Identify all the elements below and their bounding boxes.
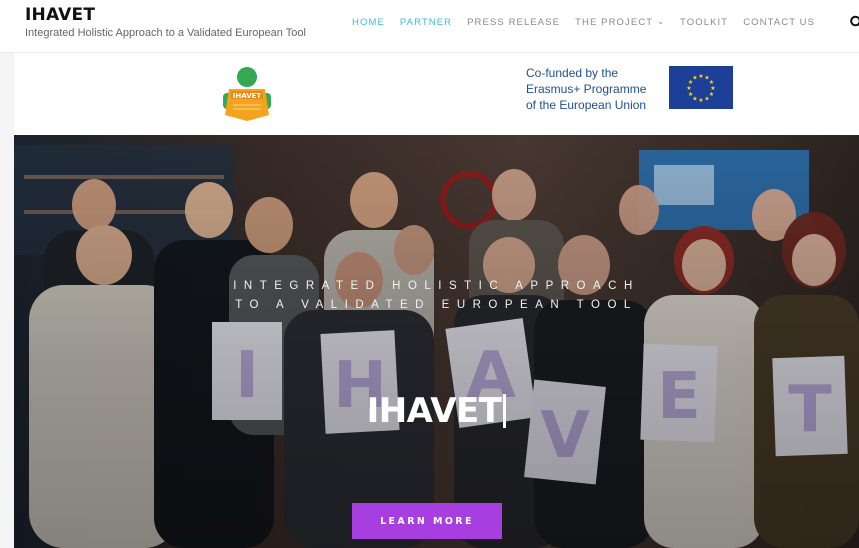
hero-title: IHAVET (14, 391, 859, 431)
eu-flag-icon: ★ ★ ★ ★ ★ ★ ★ ★ ★ ★ ★ ★ (669, 66, 733, 109)
eu-star-icon: ★ (710, 85, 715, 92)
hero-subtitle-line-2: TO A VALIDATED EUROPEAN TOOL (235, 299, 638, 311)
eu-star-icon: ★ (686, 85, 691, 92)
hero-section: I H A V E T INTEGRATED HOLISTIC APPROACH… (14, 135, 859, 548)
nav-the-project-label: THE PROJECT (575, 17, 654, 28)
brand-tagline: Integrated Holistic Approach to a Valida… (25, 27, 306, 39)
learn-more-button[interactable]: LEARN MORE (352, 503, 502, 539)
eu-star-icon: ★ (709, 79, 714, 86)
hero-title-text: IHAVET (366, 391, 502, 431)
search-icon[interactable] (849, 14, 859, 30)
typing-cursor (503, 394, 507, 428)
eu-star-icon: ★ (704, 95, 709, 102)
cofunded-text: Co-funded by the Erasmus+ Programme of t… (526, 65, 666, 113)
nav-partner[interactable]: PARTNER (400, 17, 452, 28)
nav-toolkit[interactable]: TOOLKIT (680, 17, 728, 28)
ihavet-logo-text: IHAVET (233, 92, 262, 100)
cofund-line-3: of the European Union (526, 98, 647, 112)
nav-the-project[interactable]: THE PROJECT ⌄ (575, 17, 665, 28)
site-header: IHAVET Integrated Holistic Approach to a… (0, 0, 859, 53)
ihavet-logo[interactable]: IHAVET (219, 65, 275, 123)
eu-star-icon: ★ (698, 73, 703, 80)
cofund-line-2: Erasmus+ Programme (526, 82, 647, 96)
main-nav: HOME PARTNER PRESS RELEASE THE PROJECT ⌄ … (352, 17, 830, 28)
chevron-down-icon: ⌄ (657, 17, 665, 26)
eu-star-icon: ★ (688, 91, 693, 98)
nav-press-release[interactable]: PRESS RELEASE (467, 17, 560, 28)
brand[interactable]: IHAVET Integrated Holistic Approach to a… (25, 6, 306, 39)
cofund-line-1: Co-funded by the (526, 66, 619, 80)
partner-logo-strip: IHAVET Co-funded by the Erasmus+ Program… (14, 53, 859, 135)
eu-star-icon: ★ (692, 75, 697, 82)
eu-star-icon: ★ (698, 97, 703, 104)
nav-home[interactable]: HOME (352, 17, 385, 28)
hero-overlay (14, 135, 859, 548)
hero-subtitle-line-1: INTEGRATED HOLISTIC APPROACH (233, 280, 640, 292)
brand-name[interactable]: IHAVET (25, 6, 306, 24)
nav-contact-us[interactable]: CONTACT US (743, 17, 815, 28)
